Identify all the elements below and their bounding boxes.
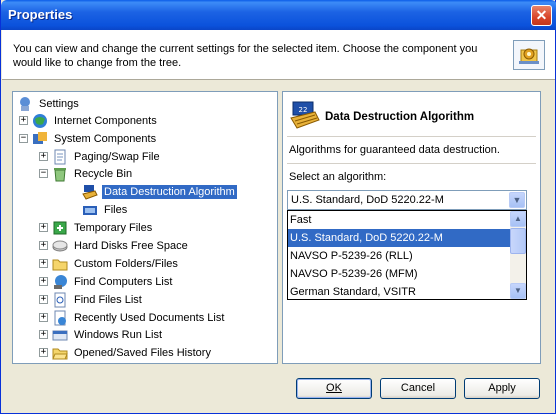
expand-icon[interactable]: + (39, 223, 48, 232)
temp-files-icon (52, 220, 68, 236)
settings-wizard-icon (513, 40, 545, 70)
tree-node[interactable]: + Find Files List (39, 291, 144, 308)
tree-node[interactable]: + Internet Components (19, 112, 159, 129)
tree-node-label[interactable]: Recently Used Documents List (72, 311, 226, 325)
tree-node[interactable]: Data Destruction Algorithm (69, 183, 237, 200)
tree-node-label[interactable]: Internet Components (52, 114, 159, 128)
expand-icon[interactable]: + (39, 313, 48, 322)
algorithm-option[interactable]: NAVSO P-5239-26 (RLL) (288, 247, 510, 265)
cancel-button[interactable]: Cancel (380, 378, 456, 399)
files-icon (82, 202, 98, 218)
tree-node-label[interactable]: Files (102, 203, 129, 217)
chevron-down-icon[interactable]: ▼ (509, 192, 525, 208)
recent-docs-icon (52, 310, 68, 326)
folder-icon (52, 256, 68, 272)
properties-dialog: Properties ✕ You can view and change the… (0, 0, 556, 414)
tree-node[interactable]: + Hard Disks Free Space (39, 237, 190, 254)
shredder-icon (82, 184, 98, 200)
tree-node[interactable]: + Paging/Swap File (39, 148, 162, 165)
run-icon (52, 327, 68, 343)
expand-icon[interactable]: + (39, 241, 48, 250)
tree-node[interactable]: + Opened/Saved Files History (39, 344, 213, 361)
algorithm-select-label: Select an algorithm: (289, 171, 387, 183)
find-computer-icon (52, 274, 68, 290)
algorithm-option[interactable]: Fast (288, 211, 510, 229)
tree-node[interactable]: + Windows Run List (39, 326, 164, 343)
tree-node-label[interactable]: Paging/Swap File (72, 150, 162, 164)
tree-node[interactable]: − System Components (19, 130, 158, 147)
page-icon (52, 149, 68, 165)
settings-tree[interactable]: Settings + Internet Components − System Comp… (12, 91, 278, 364)
globe-icon (32, 113, 48, 129)
collapse-icon[interactable]: − (39, 169, 48, 178)
settings-icon (17, 96, 33, 112)
tree-node-label[interactable]: Find Computers List (72, 275, 174, 289)
expand-icon[interactable]: + (39, 152, 48, 161)
svg-text:22: 22 (299, 106, 308, 114)
ok-button[interactable]: OK (296, 378, 372, 399)
header-description: You can view and change the current sett… (13, 43, 478, 69)
tree-node-label[interactable]: Recycle Bin (72, 167, 134, 181)
panel-description: Algorithms for guaranteed data destructi… (289, 144, 500, 156)
close-button[interactable]: ✕ (531, 5, 552, 26)
hard-disk-icon (52, 238, 68, 254)
tree-node[interactable]: Settings (17, 95, 81, 112)
algorithm-selected-value: U.S. Standard, DoD 5220.22-M (291, 194, 444, 206)
expand-icon[interactable]: + (39, 295, 48, 304)
panel-title: Data Destruction Algorithm (325, 111, 475, 123)
recycle-bin-icon (52, 166, 68, 182)
header-panel: You can view and change the current sett… (2, 30, 555, 80)
scroll-thumb[interactable] (510, 228, 526, 254)
find-files-icon (52, 292, 68, 308)
settings-panel: 22 Data Destruction Algorithm Algorithms… (282, 91, 541, 364)
tree-node-label[interactable]: Data Destruction Algorithm (102, 184, 237, 199)
ok-button-label: OK (326, 382, 342, 394)
tree-node[interactable]: + Custom Folders/Files (39, 255, 180, 272)
expand-icon[interactable]: + (39, 348, 48, 357)
title-bar[interactable]: Properties ✕ (1, 0, 556, 30)
algorithm-option[interactable]: German Standard, VSITR (288, 283, 510, 299)
window-title: Properties (8, 7, 73, 22)
tree-node-label[interactable]: Custom Folders/Files (72, 257, 180, 271)
tree-node[interactable]: + Recently Used Documents List (39, 309, 226, 326)
collapse-icon[interactable]: − (19, 134, 28, 143)
expand-icon[interactable]: + (39, 330, 48, 339)
scroll-up-arrow-icon[interactable]: ▲ (510, 211, 526, 227)
expand-icon[interactable]: + (19, 116, 28, 125)
algorithm-options-list[interactable]: German Standard, VSITR NAVSO P-5239-26 (M… (287, 210, 527, 300)
algorithm-option[interactable]: U.S. Standard, DoD 5220.22-M (288, 229, 510, 247)
shredder-icon: 22 (289, 100, 321, 132)
expand-icon[interactable]: + (39, 277, 48, 286)
system-icon (32, 131, 48, 147)
tree-node[interactable]: + Temporary Files (39, 219, 154, 236)
tree-node[interactable]: Files (69, 201, 129, 218)
apply-button[interactable]: Apply (464, 378, 540, 399)
scroll-down-arrow-icon[interactable]: ▼ (510, 283, 526, 299)
list-scrollbar[interactable]: ▲ ▼ (510, 211, 526, 299)
algorithm-option[interactable]: NAVSO P-5239-26 (MFM) (288, 265, 510, 283)
tree-node-label[interactable]: Opened/Saved Files History (72, 346, 213, 360)
divider (287, 163, 536, 164)
tree-node[interactable]: + Find Computers List (39, 273, 174, 290)
tree-node-label[interactable]: Temporary Files (72, 221, 154, 235)
tree-node-label[interactable]: Find Files List (72, 293, 144, 307)
divider (287, 136, 536, 137)
algorithm-dropdown[interactable]: U.S. Standard, DoD 5220.22-M ▼ (287, 190, 527, 210)
tree-node-label[interactable]: System Components (52, 132, 158, 146)
tree-node[interactable]: − Recycle Bin (39, 165, 134, 182)
tree-node-label[interactable]: Hard Disks Free Space (72, 239, 190, 253)
tree-node-label[interactable]: Windows Run List (72, 328, 164, 342)
expand-icon[interactable]: + (39, 259, 48, 268)
opened-folder-icon (52, 345, 68, 361)
tree-node-label[interactable]: Settings (37, 97, 81, 111)
